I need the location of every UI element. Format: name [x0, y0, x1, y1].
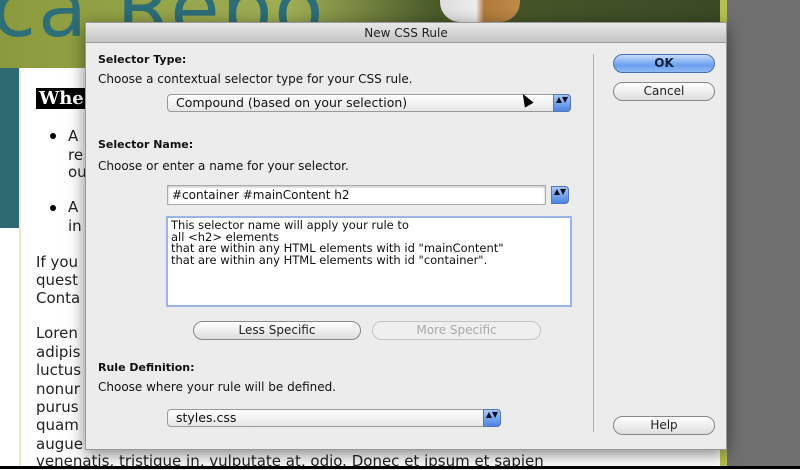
help-button[interactable]: Help	[613, 416, 715, 435]
select-arrows-icon: ▲▼	[553, 94, 571, 112]
select-arrows-icon: ▲▼	[483, 409, 501, 427]
selector-type-heading: Selector Type:	[98, 53, 187, 66]
page-text: Conta	[36, 289, 81, 307]
rule-definition-select[interactable]: styles.css ▲▼	[167, 409, 501, 427]
page-text: quest	[36, 271, 78, 289]
new-css-rule-dialog: New CSS Rule Selector Type: Choose a con…	[85, 22, 727, 450]
page-heading: Whe	[36, 88, 87, 109]
selector-description: This selector name will apply your rule …	[166, 216, 572, 307]
page-text: If you	[36, 253, 79, 271]
cancel-button[interactable]: Cancel	[613, 82, 715, 101]
select-arrows-icon: ▲▼	[551, 186, 569, 204]
less-specific-button[interactable]: Less Specific	[193, 321, 361, 340]
rule-definition-heading: Rule Definition:	[98, 361, 195, 374]
selector-name-heading: Selector Name:	[98, 138, 194, 151]
header-photo	[440, 0, 520, 22]
selector-name-dropdown[interactable]: ▲▼	[551, 186, 569, 204]
bullet	[50, 133, 56, 139]
rule-definition-instruction: Choose where your rule will be defined.	[98, 380, 337, 394]
page-text: ou	[68, 163, 87, 181]
page-text: purus	[36, 398, 79, 416]
selector-name-input[interactable]: #container #mainContent h2	[167, 185, 546, 205]
workspace-background	[727, 0, 800, 466]
site-sidebar	[0, 68, 19, 228]
page-text: adipis	[36, 343, 81, 361]
bullet	[50, 205, 56, 211]
selector-type-select[interactable]: Compound (based on your selection) ▲▼	[167, 94, 571, 112]
selector-type-value: Compound (based on your selection)	[176, 95, 408, 110]
ok-button[interactable]: OK	[613, 54, 715, 73]
page-text: luctus	[36, 361, 82, 379]
rule-definition-value: styles.css	[176, 410, 237, 425]
dialog-title[interactable]: New CSS Rule	[86, 23, 726, 43]
vertical-divider	[593, 54, 594, 432]
page-text: augue	[36, 435, 83, 453]
page-text: A	[68, 198, 79, 216]
more-specific-button[interactable]: More Specific	[372, 321, 541, 340]
page-text: in	[68, 217, 82, 235]
page-text: nonur	[36, 380, 80, 398]
page-text: A	[68, 127, 79, 145]
page-text: re	[68, 146, 84, 164]
page-text: Loren	[36, 324, 78, 342]
page-text: quam	[36, 416, 79, 434]
selector-type-instruction: Choose a contextual selector type for yo…	[98, 72, 413, 86]
selector-name-instruction: Choose or enter a name for your selector…	[98, 159, 349, 173]
description-line: that are within any HTML elements with i…	[171, 252, 488, 267]
